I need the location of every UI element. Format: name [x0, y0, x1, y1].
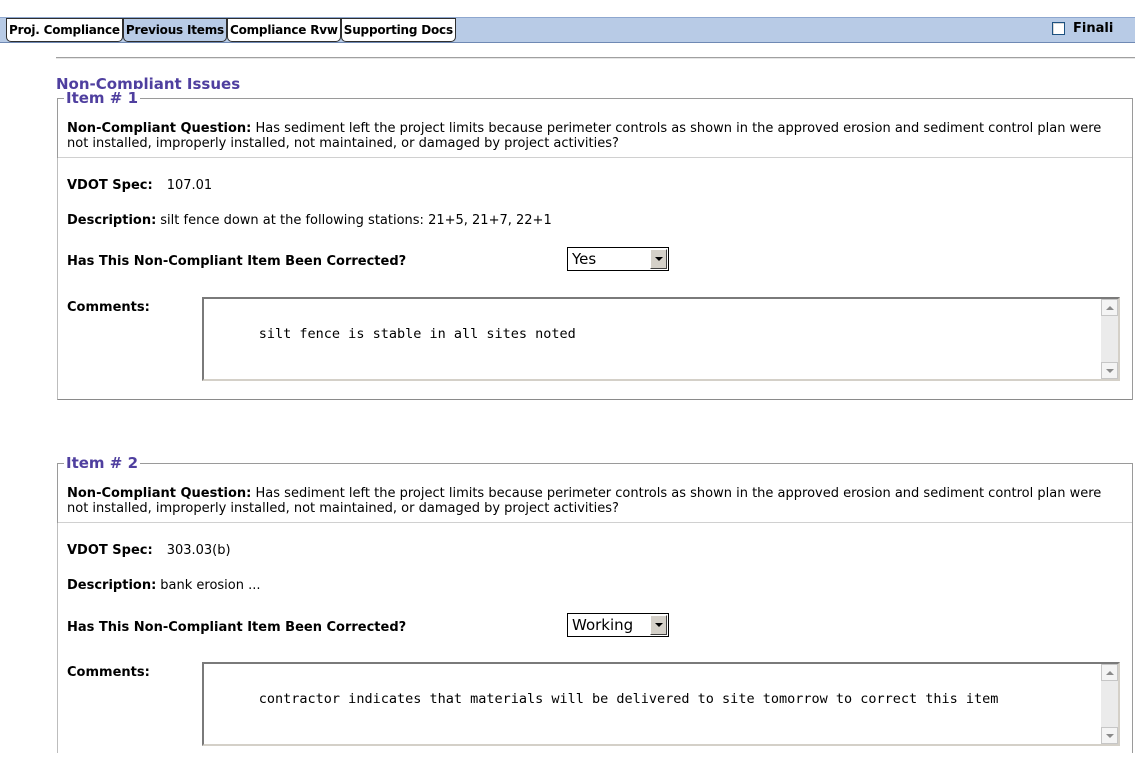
comments-scrollbar[interactable] — [1101, 299, 1118, 379]
comments-text: silt fence is stable in all sites noted — [258, 326, 576, 342]
spec-row: VDOT Spec: 303.03(b) — [67, 543, 231, 558]
corrected-select[interactable]: Yes — [567, 247, 669, 271]
description-value: bank erosion ... — [160, 578, 261, 593]
spec-row: VDOT Spec: 107.01 — [67, 178, 212, 193]
description-label: Description: — [67, 213, 157, 228]
chevron-down-icon[interactable] — [650, 615, 667, 635]
item-legend: Item # 2 — [64, 454, 141, 472]
corrected-select[interactable]: Working — [567, 613, 669, 637]
item-details: VDOT Spec: 303.03(b) Description: bank ero… — [57, 523, 1132, 753]
description-row: Description: bank erosion ... — [67, 578, 261, 593]
comments-label: Comments: — [67, 300, 150, 315]
header-divider — [56, 57, 1135, 59]
corrected-select-value: Yes — [572, 250, 597, 268]
item-legend: Item # 1 — [64, 89, 141, 107]
comments-scrollbar[interactable] — [1101, 664, 1118, 744]
corrected-select-value: Working — [572, 616, 634, 634]
scroll-up-arrow-icon[interactable] — [1101, 664, 1118, 681]
corrected-row: Has This Non-Compliant Item Been Correct… — [67, 620, 406, 635]
item-details: VDOT Spec: 107.01 Description: silt fence … — [57, 158, 1132, 400]
description-row: Description: silt fence down at the follo… — [67, 213, 552, 228]
comments-row: Comments: — [67, 665, 150, 680]
comments-textarea[interactable]: silt fence is stable in all sites noted — [202, 297, 1120, 381]
item-fieldset: Item # 2 Non-Compliant Question: Has sed… — [57, 454, 1133, 753]
corrected-row: Has This Non-Compliant Item Been Correct… — [67, 254, 406, 269]
spec-label: VDOT Spec: — [67, 178, 153, 193]
spec-value: 107.01 — [166, 178, 213, 193]
tab-supporting-docs[interactable]: Supporting Docs — [340, 18, 456, 42]
spec-value: 303.03(b) — [166, 543, 231, 558]
corrected-label: Has This Non-Compliant Item Been Correct… — [67, 254, 407, 269]
scroll-down-arrow-icon[interactable] — [1101, 362, 1118, 379]
scroll-up-arrow-icon[interactable] — [1101, 299, 1118, 316]
finalize-label: Finali — [1073, 21, 1114, 36]
comments-text: contractor indicates that materials will… — [258, 691, 999, 707]
tab-compliance-rvw[interactable]: Compliance Rvw — [226, 18, 341, 42]
question-label: Non-Compliant Question: — [67, 121, 252, 136]
comments-row: Comments: — [67, 300, 150, 315]
non-compliant-question: Non-Compliant Question: Has sediment lef… — [58, 99, 1132, 158]
tab-previous-items[interactable]: Previous Items — [122, 18, 227, 42]
tab-list: Proj. Compliance Previous Items Complian… — [6, 18, 456, 42]
description-value: silt fence down at the following station… — [160, 213, 552, 228]
description-label: Description: — [67, 578, 157, 593]
chevron-down-icon[interactable] — [650, 249, 667, 269]
non-compliant-question: Non-Compliant Question: Has sediment lef… — [58, 464, 1132, 523]
question-label: Non-Compliant Question: — [67, 486, 252, 501]
finalize-checkbox[interactable] — [1052, 22, 1065, 35]
spec-label: VDOT Spec: — [67, 543, 153, 558]
finalize-control[interactable]: Finali — [1052, 21, 1113, 36]
comments-textarea[interactable]: contractor indicates that materials will… — [202, 662, 1120, 746]
item-fieldset: Item # 1 Non-Compliant Question: Has sed… — [57, 89, 1133, 400]
scroll-down-arrow-icon[interactable] — [1101, 727, 1118, 744]
tab-bar: Proj. Compliance Previous Items Complian… — [0, 0, 1135, 46]
corrected-label: Has This Non-Compliant Item Been Correct… — [67, 620, 407, 635]
comments-label: Comments: — [67, 665, 150, 680]
tab-proj-compliance[interactable]: Proj. Compliance — [6, 18, 123, 42]
